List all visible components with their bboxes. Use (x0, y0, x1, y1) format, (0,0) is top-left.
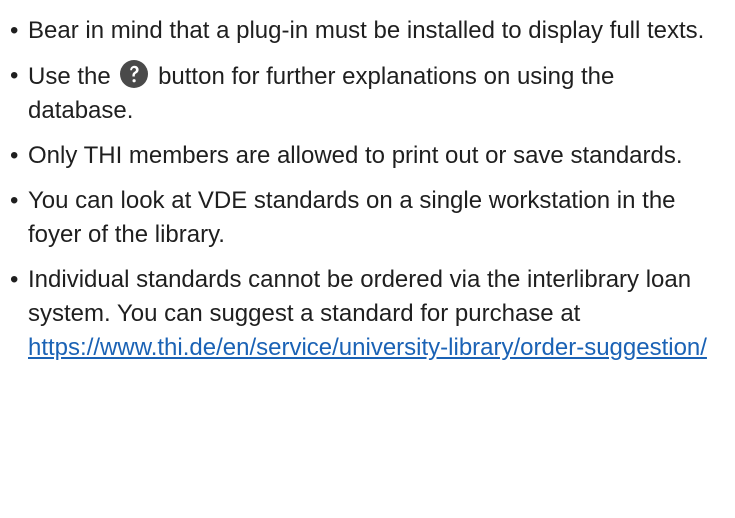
list-item-vde-note: • You can look at VDE standards on a sin… (10, 184, 725, 252)
list-item-text-after-icon: button for further explanations on using… (28, 63, 615, 124)
notes-list: • Bear in mind that a plug-in must be in… (0, 0, 735, 518)
bullet: • (10, 17, 19, 44)
list-item-order-note: • Individual standards cannot be ordered… (10, 263, 725, 365)
bullet: • (10, 187, 19, 214)
bullet: • (10, 142, 19, 169)
bullet: • (10, 266, 19, 293)
order-suggestion-link[interactable]: https://www.thi.de/en/service/university… (28, 334, 707, 361)
list-item-text: Only THI members are allowed to print ou… (28, 142, 683, 169)
list-item-text: Individual standards cannot be ordered v… (28, 266, 692, 327)
list-item-print-save-note: • Only THI members are allowed to print … (10, 139, 725, 173)
list-item-text: You can look at VDE standards on a singl… (28, 187, 676, 248)
list-item-text-before-icon: Use the (28, 63, 111, 90)
question-circle-icon[interactable] (119, 59, 149, 89)
list-item-text: Bear in mind that a plug-in must be inst… (28, 17, 705, 44)
list-item-plugin-note: • Bear in mind that a plug-in must be in… (10, 14, 725, 48)
list-item-help-note: • Use the button for further explanation… (10, 59, 725, 128)
bullet: • (10, 62, 19, 89)
